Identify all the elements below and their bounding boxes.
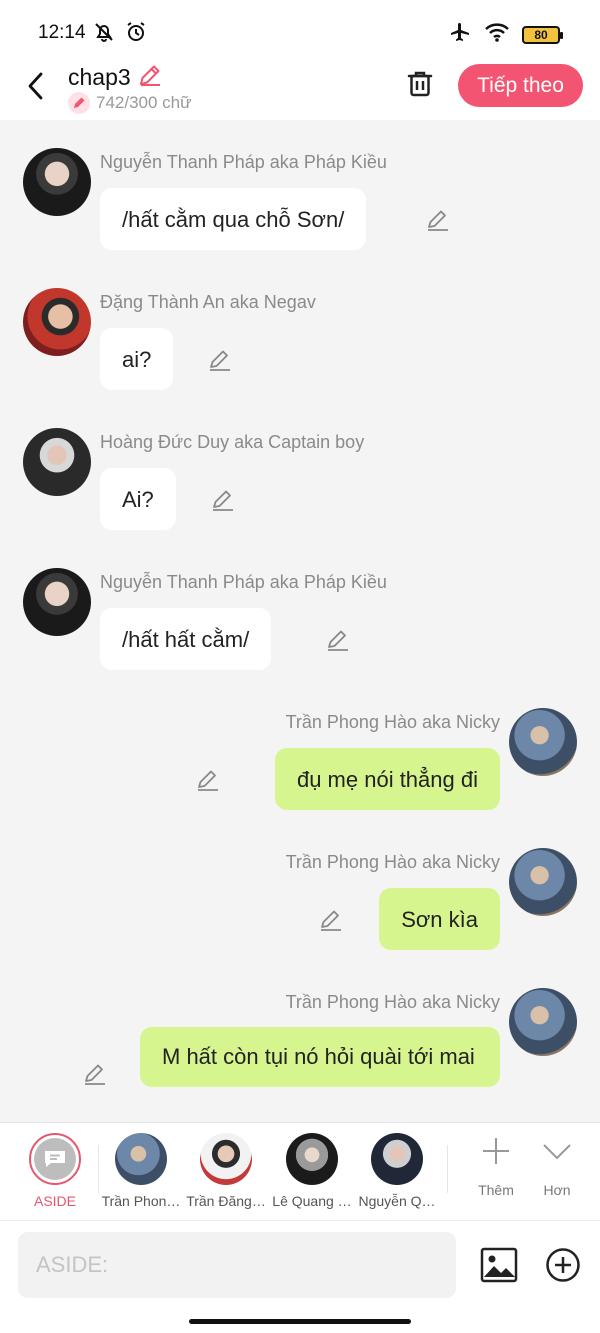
edit-message-icon[interactable] bbox=[425, 207, 451, 233]
character-name: Hoàng Đức Duy aka Captain boy bbox=[100, 432, 365, 452]
message-bubble[interactable]: Sơn kìa bbox=[379, 888, 500, 950]
header: chap3 742/300 chữ Tiếp theo bbox=[0, 60, 600, 120]
back-button[interactable] bbox=[18, 68, 54, 104]
alarm-icon bbox=[124, 20, 148, 49]
message-bubble[interactable]: Ai? bbox=[100, 468, 176, 530]
character-name: Trần Phong Hào aka Nicky bbox=[285, 992, 500, 1012]
message-input[interactable] bbox=[18, 1232, 456, 1298]
avatar[interactable] bbox=[23, 148, 91, 216]
avatar[interactable] bbox=[509, 848, 577, 916]
avatar[interactable] bbox=[509, 708, 577, 776]
trash-icon bbox=[407, 71, 433, 97]
add-label: Thêm bbox=[478, 1182, 514, 1198]
battery-level: 80 bbox=[534, 27, 548, 42]
word-count: 742/300 chữ bbox=[96, 93, 192, 112]
message-text: Sơn kìa bbox=[401, 907, 478, 932]
message-text: /hất hất cằm/ bbox=[122, 627, 250, 652]
chat-area[interactable]: Nguyễn Thanh Pháp aka Pháp Kiều /hất cằm… bbox=[0, 120, 600, 1122]
image-icon bbox=[480, 1247, 518, 1283]
character-label: Nguyễn Q… bbox=[358, 1193, 436, 1209]
edit-message-icon[interactable] bbox=[195, 767, 221, 793]
character-chip[interactable]: Trần Phon… bbox=[98, 1133, 184, 1209]
message-bubble[interactable]: /hất cằm qua chỗ Sơn/ bbox=[100, 188, 367, 250]
edit-title-icon[interactable] bbox=[137, 62, 163, 93]
pen-icon bbox=[68, 92, 90, 114]
character-label: Lê Quang … bbox=[272, 1193, 352, 1209]
message-text: /hất cằm qua chỗ Sơn/ bbox=[122, 207, 345, 232]
edit-message-icon[interactable] bbox=[325, 627, 351, 653]
more-options-button[interactable] bbox=[545, 1247, 581, 1283]
message-text: Ai? bbox=[122, 487, 154, 512]
aside-button[interactable]: ASIDE bbox=[12, 1133, 98, 1209]
avatar[interactable] bbox=[23, 428, 91, 496]
avatar bbox=[371, 1133, 423, 1185]
message-text: đụ mẹ nói thẳng đi bbox=[296, 767, 478, 792]
delete-button[interactable] bbox=[404, 68, 436, 100]
expand-label: Hơn bbox=[543, 1182, 571, 1198]
wifi-icon bbox=[484, 21, 510, 48]
edit-message-icon[interactable] bbox=[210, 487, 236, 513]
character-chip[interactable]: Lê Quang … bbox=[269, 1133, 355, 1209]
insert-image-button[interactable] bbox=[480, 1247, 518, 1283]
avatar[interactable] bbox=[23, 568, 91, 636]
message-bubble[interactable]: ai? bbox=[100, 328, 174, 390]
add-character-button[interactable]: Thêm bbox=[466, 1135, 526, 1198]
avatar bbox=[115, 1133, 167, 1185]
chevron-down-icon bbox=[543, 1144, 571, 1160]
avatar bbox=[286, 1133, 338, 1185]
plus-icon bbox=[483, 1138, 509, 1164]
edit-message-icon[interactable] bbox=[318, 907, 344, 933]
speech-bubble-icon bbox=[45, 1151, 65, 1167]
character-bar: ASIDE Trần Phon… Trần Đăng… Lê Quang … N… bbox=[0, 1122, 600, 1220]
plus-circle-icon bbox=[546, 1248, 580, 1282]
message-bubble[interactable]: /hất hất cằm/ bbox=[100, 608, 272, 670]
edit-message-icon[interactable] bbox=[82, 1061, 108, 1087]
message-text: M hất còn tụi nó hỏi quài tới mai bbox=[162, 1044, 475, 1069]
character-label: Trần Đăng… bbox=[186, 1193, 266, 1209]
aside-avatar bbox=[29, 1133, 81, 1185]
avatar[interactable] bbox=[23, 288, 91, 356]
airplane-icon bbox=[448, 20, 472, 49]
battery-icon: 80 bbox=[522, 25, 563, 44]
character-name: Đặng Thành An aka Negav bbox=[100, 292, 316, 312]
mute-bell-icon bbox=[92, 20, 116, 49]
chevron-left-icon bbox=[28, 72, 43, 100]
character-label: Trần Phon… bbox=[101, 1193, 181, 1209]
status-bar: 12:14 80 bbox=[0, 0, 600, 60]
character-name: Trần Phong Hào aka Nicky bbox=[285, 712, 500, 732]
input-bar bbox=[0, 1220, 600, 1333]
chapter-title: chap3 bbox=[68, 64, 131, 90]
divider bbox=[447, 1145, 448, 1193]
home-indicator[interactable] bbox=[189, 1319, 411, 1324]
message-bubble[interactable]: đụ mẹ nói thẳng đi bbox=[274, 748, 500, 810]
character-name: Nguyễn Thanh Pháp aka Pháp Kiều bbox=[100, 572, 387, 592]
status-time: 12:14 bbox=[38, 22, 86, 43]
next-button[interactable]: Tiếp theo bbox=[458, 64, 583, 107]
character-chip[interactable]: Trần Đăng… bbox=[183, 1133, 269, 1209]
aside-label: ASIDE bbox=[33, 1193, 76, 1209]
character-chip[interactable]: Nguyễn Q… bbox=[354, 1133, 440, 1209]
avatar[interactable] bbox=[509, 988, 577, 1056]
avatar bbox=[200, 1133, 252, 1185]
message-bubble[interactable]: M hất còn tụi nó hỏi quài tới mai bbox=[140, 1027, 500, 1087]
expand-button[interactable]: Hơn bbox=[527, 1135, 587, 1198]
edit-message-icon[interactable] bbox=[207, 347, 233, 373]
character-name: Nguyễn Thanh Pháp aka Pháp Kiều bbox=[100, 152, 387, 172]
message-text: ai? bbox=[122, 347, 152, 372]
character-name: Trần Phong Hào aka Nicky bbox=[285, 852, 500, 872]
